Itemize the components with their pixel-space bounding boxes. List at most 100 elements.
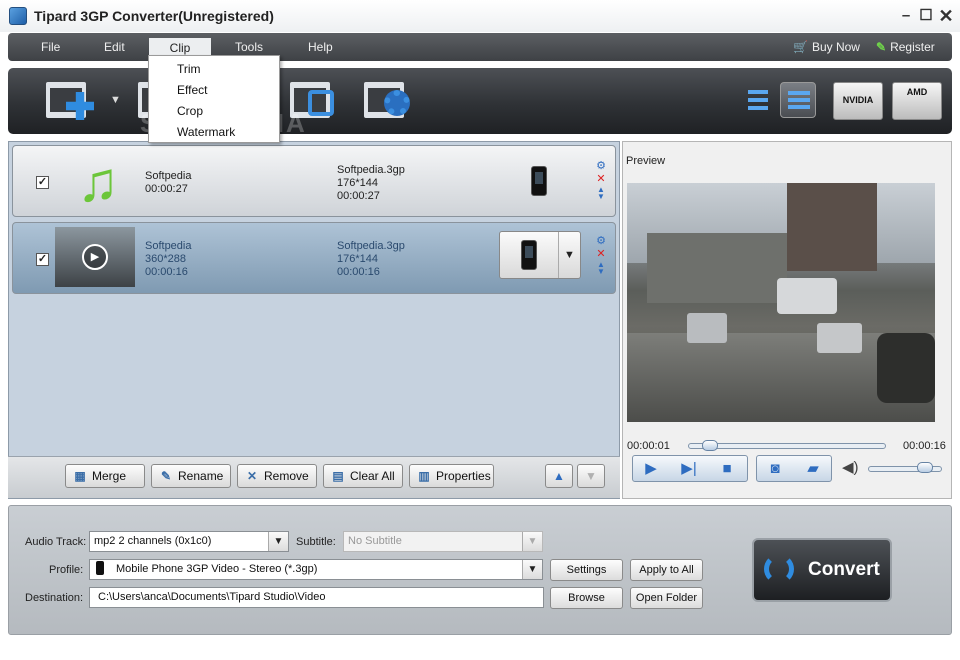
open-folder-button[interactable]: Open Folder <box>630 587 703 609</box>
output-resolution: 176*144 <box>337 253 378 265</box>
convert-icon <box>764 554 794 584</box>
play-icon[interactable]: ▶ <box>639 459 663 479</box>
file-info: Softpedia 360*288 00:00:16 <box>145 240 191 279</box>
buy-now-link[interactable]: 🛒 Buy Now <box>793 40 860 54</box>
output-info: Softpedia.3gp 176*144 00:00:27 <box>337 164 405 203</box>
audio-track-label: Audio Track: <box>25 536 87 548</box>
menu-item-trim[interactable]: Trim <box>177 62 201 76</box>
file-name: Softpedia <box>145 240 192 252</box>
effect-settings-icon[interactable] <box>364 78 420 122</box>
gear-icon[interactable]: ⚙ <box>594 235 608 248</box>
file-row[interactable]: ✓ ♫ Softpedia 00:00:27 Softpedia.3gp 176… <box>12 145 616 217</box>
remove-icon: ✕ <box>246 469 258 483</box>
step-forward-icon[interactable]: ▶| <box>677 459 701 479</box>
nvidia-badge[interactable]: NVIDIA <box>833 82 883 120</box>
subtitle-value: No Subtitle <box>348 535 402 547</box>
file-info: Softpedia 00:00:27 <box>145 170 191 196</box>
rename-button[interactable]: ✎ Rename <box>151 464 231 488</box>
gear-icon[interactable]: ⚙ <box>594 160 608 173</box>
convert-label: Convert <box>808 559 880 580</box>
snapshot-controls: ◙ ▰ <box>756 455 832 482</box>
menu-edit[interactable]: Edit <box>104 40 125 54</box>
chevron-down-icon[interactable]: ▼ <box>268 532 288 551</box>
file-row[interactable]: ✓ ▶ Softpedia 360*288 00:00:16 Softpedia… <box>12 222 616 294</box>
playback-controls: ▶ ▶| ■ <box>632 455 748 482</box>
rename-label: Rename <box>178 469 224 483</box>
cart-icon: 🛒 <box>793 40 808 54</box>
clear-all-button[interactable]: ▤ Clear All <box>323 464 403 488</box>
file-name: Softpedia <box>145 170 192 182</box>
clear-icon: ▤ <box>332 469 344 483</box>
register-link[interactable]: ✎ Register <box>876 40 935 54</box>
menu-item-crop[interactable]: Crop <box>177 104 203 118</box>
output-name: Softpedia.3gp <box>337 240 405 252</box>
buy-now-label: Buy Now <box>811 40 860 54</box>
amd-badge[interactable]: AMD <box>892 82 942 120</box>
file-resolution: 360*288 <box>145 253 186 265</box>
current-time: 00:00:01 <box>627 440 670 452</box>
folder-icon[interactable]: ▰ <box>801 459 825 479</box>
clip-dropdown-menu: Trim Effect Crop Watermark <box>148 55 280 143</box>
remove-label: Remove <box>264 469 309 483</box>
music-note-icon: ♫ <box>77 150 119 213</box>
properties-button[interactable]: ▥ Properties <box>409 464 494 488</box>
properties-label: Properties <box>436 469 491 483</box>
minimize-icon[interactable]: – <box>896 6 916 26</box>
video-preview[interactable] <box>627 183 935 422</box>
profile-select[interactable]: Mobile Phone 3GP Video - Stereo (*.3gp) … <box>89 559 543 580</box>
audio-track-select[interactable]: mp2 2 channels (0x1c0) ▼ <box>89 531 289 552</box>
convert-button[interactable]: Convert <box>752 538 892 602</box>
move-down-button[interactable]: ▼ <box>577 464 605 488</box>
menu-tools[interactable]: Tools <box>235 40 263 54</box>
menu-item-effect[interactable]: Effect <box>177 83 207 97</box>
app-icon <box>9 7 27 25</box>
remove-button[interactable]: ✕ Remove <box>237 464 317 488</box>
apply-to-all-button[interactable]: Apply to All <box>630 559 703 581</box>
profile-label: Profile: <box>49 564 84 576</box>
stop-icon[interactable]: ■ <box>715 459 739 479</box>
phone-icon[interactable] <box>531 166 547 196</box>
merge-icon: ▦ <box>74 469 86 483</box>
menu-item-watermark[interactable]: Watermark <box>177 125 235 139</box>
volume-icon[interactable]: ◀) <box>842 458 859 476</box>
audio-track-value: mp2 2 channels (0x1c0) <box>94 535 212 547</box>
chevron-down-icon[interactable]: ▼ <box>522 532 542 551</box>
destination-input[interactable]: C:\Users\anca\Documents\Tipard Studio\Vi… <box>89 587 544 608</box>
move-up-button[interactable]: ▲ <box>545 464 573 488</box>
file-duration: 00:00:27 <box>145 183 188 195</box>
destination-label: Destination: <box>25 592 84 604</box>
output-resolution: 176*144 <box>337 177 378 189</box>
row-actions: ⚙ ✕ ▲ ▼ <box>594 160 608 201</box>
chevron-down-icon[interactable]: ▼ <box>522 560 542 579</box>
profile-selector[interactable]: ▼ <box>499 231 581 279</box>
browse-button[interactable]: Browse <box>550 587 623 609</box>
subtitle-select[interactable]: No Subtitle ▼ <box>343 531 543 552</box>
add-video-icon[interactable] <box>46 78 102 122</box>
key-icon: ✎ <box>876 40 887 54</box>
maximize-icon[interactable]: ☐ <box>916 6 936 26</box>
arrow-down-icon: ▼ <box>585 469 597 483</box>
settings-button[interactable]: Settings <box>550 559 623 581</box>
volume-handle[interactable] <box>917 462 934 473</box>
detail-view-icon[interactable] <box>780 82 816 118</box>
video-thumbnail[interactable]: ▶ <box>55 227 135 287</box>
camera-icon[interactable]: ◙ <box>763 459 787 479</box>
seek-handle[interactable] <box>702 440 719 451</box>
move-arrows-icon[interactable]: ▲ ▼ <box>594 261 608 276</box>
play-icon[interactable]: ▶ <box>82 244 108 270</box>
file-checkbox[interactable]: ✓ <box>36 176 49 189</box>
subtitle-label: Subtitle: <box>296 536 336 548</box>
register-label: Register <box>890 40 935 54</box>
clear-all-label: Clear All <box>350 469 395 483</box>
menu-file[interactable]: File <box>41 40 60 54</box>
add-dropdown-icon[interactable]: ▼ <box>110 94 121 106</box>
menu-help[interactable]: Help <box>308 40 333 54</box>
phone-icon <box>96 561 104 575</box>
file-checkbox[interactable]: ✓ <box>36 253 49 266</box>
list-view-icon[interactable] <box>740 82 776 118</box>
preview-label: Preview <box>626 155 666 167</box>
merge-button[interactable]: ▦ Merge <box>65 464 145 488</box>
move-arrows-icon[interactable]: ▲ ▼ <box>594 186 608 201</box>
chevron-down-icon[interactable]: ▼ <box>558 232 580 278</box>
close-icon[interactable]: ✕ <box>936 6 956 26</box>
